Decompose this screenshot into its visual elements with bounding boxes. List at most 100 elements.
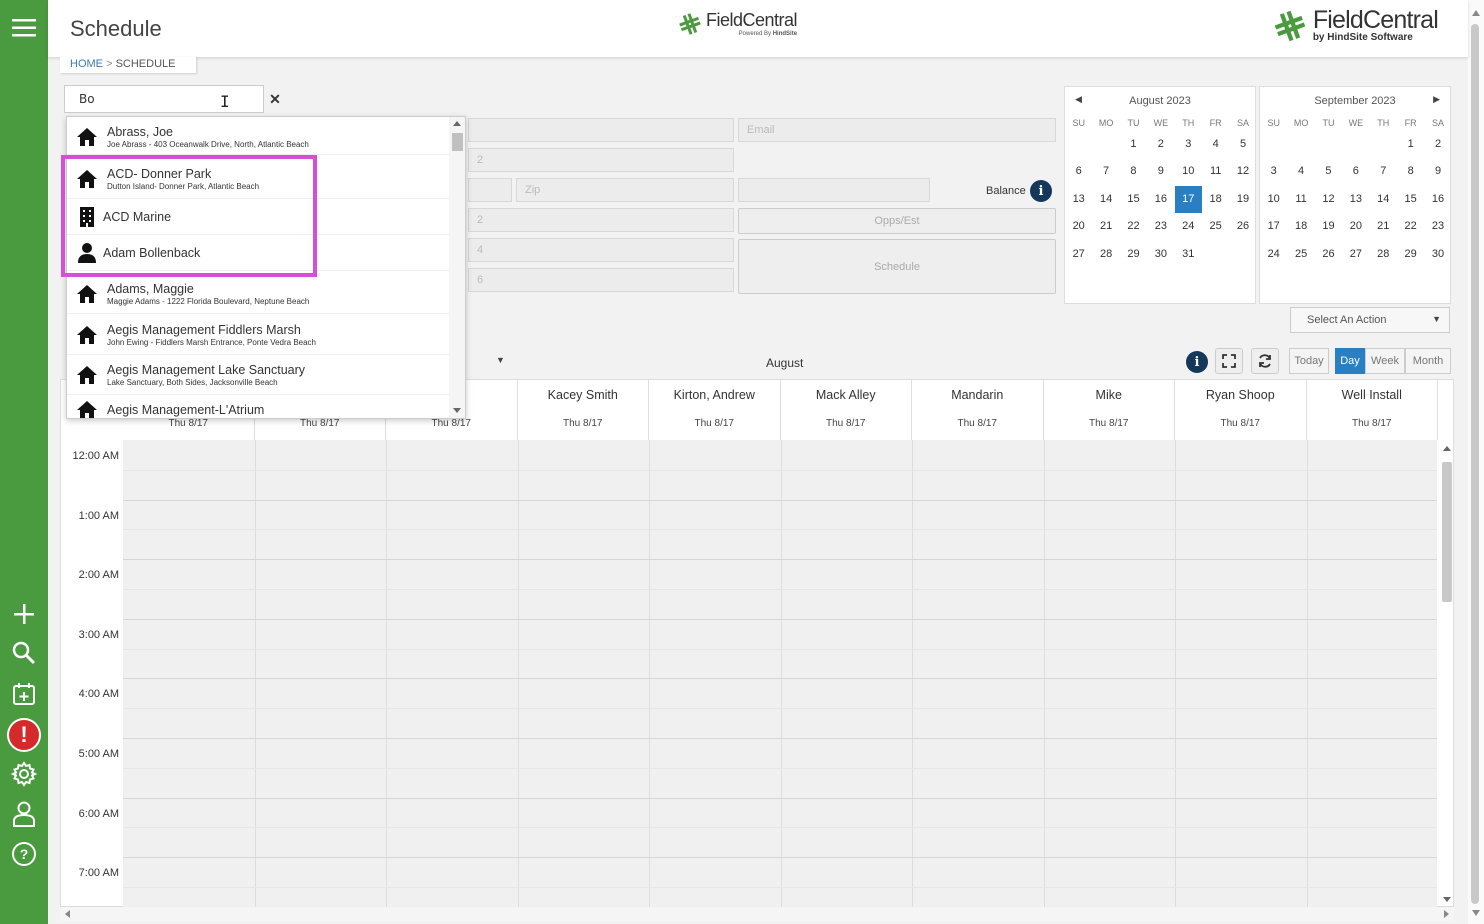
zip-field[interactable]: Zip — [516, 178, 734, 202]
search-icon[interactable] — [0, 635, 48, 671]
horizontal-scrollbar[interactable] — [60, 907, 1454, 921]
dropdown-item[interactable]: Abrass, Joe Joe Abrass - 403 Oceanwalk Dr… — [67, 119, 449, 155]
calendar-day[interactable]: 11 — [1202, 158, 1229, 185]
calendar-day[interactable]: 30 — [1424, 241, 1451, 268]
week-view-button[interactable]: Week — [1365, 348, 1405, 374]
calendar-day[interactable]: 8 — [1397, 158, 1424, 185]
calendar-day[interactable]: 19 — [1315, 213, 1342, 240]
calendar-day[interactable]: 3 — [1175, 131, 1202, 158]
address-field[interactable]: 2 — [468, 148, 734, 172]
select-action-dropdown[interactable]: Select An Action ▼ — [1290, 307, 1450, 333]
refresh-button[interactable] — [1251, 348, 1279, 374]
page-scrollbar[interactable] — [1468, 0, 1484, 924]
calendar-day[interactable]: 2 — [1147, 131, 1174, 158]
calendar-day[interactable]: 28 — [1092, 241, 1119, 268]
calendar-day[interactable]: 26 — [1315, 241, 1342, 268]
name-field[interactable] — [468, 118, 734, 142]
calendar-day[interactable]: 27 — [1342, 241, 1369, 268]
calendar-day[interactable]: 18 — [1202, 186, 1229, 213]
calendar-day[interactable]: 20 — [1065, 213, 1092, 240]
clear-search-icon[interactable]: ✕ — [266, 90, 284, 108]
calendar-day[interactable]: 6 — [1342, 158, 1369, 185]
calendar-day[interactable]: 3 — [1260, 158, 1287, 185]
customer-search-input[interactable]: Bo — [64, 85, 264, 113]
calendar-day[interactable]: 12 — [1229, 158, 1256, 185]
calendar-day[interactable]: 1 — [1120, 131, 1147, 158]
calendar-day[interactable]: 5 — [1229, 131, 1256, 158]
scroll-up-arrow-icon[interactable] — [1472, 10, 1480, 16]
calendar-day[interactable]: 12 — [1315, 186, 1342, 213]
calendar-day[interactable]: 24 — [1260, 241, 1287, 268]
prev-month-icon[interactable]: ◀ — [1075, 94, 1082, 105]
calendar-day[interactable]: 18 — [1287, 213, 1314, 240]
calendar-day[interactable]: 29 — [1120, 241, 1147, 268]
calendar-day[interactable]: 20 — [1342, 213, 1369, 240]
calendar-day[interactable]: 23 — [1424, 213, 1451, 240]
calendar-day[interactable]: 23 — [1147, 213, 1174, 240]
calendar-day[interactable]: 25 — [1287, 241, 1314, 268]
dropdown-scrollbar[interactable] — [449, 117, 465, 418]
scroll-right-arrow-icon[interactable] — [1444, 910, 1449, 918]
calendar-day[interactable]: 13 — [1065, 186, 1092, 213]
calendar-day[interactable]: 5 — [1315, 158, 1342, 185]
email-field[interactable]: Email — [738, 118, 1056, 142]
scroll-down-arrow-icon[interactable] — [1443, 897, 1451, 902]
calendar-day[interactable]: 7 — [1370, 158, 1397, 185]
breadcrumb-home[interactable]: HOME — [70, 58, 103, 70]
calendar-day[interactable]: 17 — [1260, 213, 1287, 240]
calendar-day[interactable]: 1 — [1397, 131, 1424, 158]
calendar-day[interactable]: 9 — [1424, 158, 1451, 185]
fullscreen-button[interactable] — [1215, 348, 1243, 374]
phone-field-2[interactable]: 2 — [468, 208, 734, 232]
calendar-day[interactable]: 15 — [1120, 186, 1147, 213]
calendar-day[interactable]: 14 — [1092, 186, 1119, 213]
scroll-down-arrow-icon[interactable] — [1472, 910, 1480, 916]
schedule-button[interactable]: Schedule — [738, 239, 1056, 294]
schedule-info-icon[interactable]: i — [1186, 351, 1208, 373]
calendar-day[interactable]: 22 — [1397, 213, 1424, 240]
calendar-day[interactable]: 10 — [1260, 186, 1287, 213]
calendar-day[interactable]: 19 — [1229, 186, 1256, 213]
calendar-day[interactable]: 15 — [1397, 186, 1424, 213]
calendar-day[interactable]: 24 — [1175, 213, 1202, 240]
calendar-day[interactable]: 29 — [1397, 241, 1424, 268]
calendar-add-icon[interactable] — [0, 676, 48, 712]
dropdown-item[interactable]: Adams, Maggie Maggie Adams - 1222 Florida… — [67, 274, 449, 314]
alert-icon[interactable]: ! — [0, 717, 48, 753]
calendar-day[interactable]: 28 — [1370, 241, 1397, 268]
calendar-day[interactable]: 8 — [1120, 158, 1147, 185]
calendar-day[interactable]: 27 — [1065, 241, 1092, 268]
calendar-day[interactable]: 4 — [1202, 131, 1229, 158]
gear-icon[interactable] — [0, 756, 48, 792]
calendar-day[interactable]: 16 — [1147, 186, 1174, 213]
day-view-button[interactable]: Day — [1335, 348, 1365, 374]
state-field[interactable] — [468, 178, 512, 202]
scroll-down-arrow-icon[interactable] — [453, 408, 461, 413]
scroll-thumb[interactable] — [452, 133, 463, 151]
scroll-thumb[interactable] — [1442, 462, 1452, 602]
dropdown-item[interactable]: ACD Marine — [67, 199, 449, 235]
calendar-day[interactable]: 30 — [1147, 241, 1174, 268]
month-view-button[interactable]: Month — [1405, 348, 1451, 374]
extra-field[interactable] — [738, 178, 930, 202]
scroll-left-arrow-icon[interactable] — [65, 910, 70, 918]
calendar-day[interactable]: 21 — [1370, 213, 1397, 240]
calendar-day[interactable]: 16 — [1424, 186, 1451, 213]
calendar-day[interactable]: 13 — [1342, 186, 1369, 213]
menu-icon[interactable] — [0, 10, 48, 46]
calendar-day[interactable]: 6 — [1065, 158, 1092, 185]
user-icon[interactable] — [0, 796, 48, 832]
dropdown-item[interactable]: Adam Bollenback — [67, 235, 449, 271]
phone-field-4[interactable]: 4 — [468, 238, 734, 262]
calendar-day[interactable]: 21 — [1092, 213, 1119, 240]
phone-field-6[interactable]: 6 — [468, 268, 734, 292]
today-button[interactable]: Today — [1289, 348, 1329, 374]
scroll-up-arrow-icon[interactable] — [1443, 446, 1451, 451]
chevron-down-icon[interactable]: ▼ — [496, 355, 505, 365]
dropdown-item[interactable]: Aegis Management Lake Sanctuary Lake Sanc… — [67, 355, 449, 395]
dropdown-item[interactable]: Aegis Management Fiddlers Marsh John Ewin… — [67, 315, 449, 355]
schedule-slots[interactable] — [123, 440, 1437, 908]
balance-info-icon[interactable]: i — [1030, 180, 1052, 202]
scroll-thumb[interactable] — [1471, 24, 1479, 904]
schedule-scrollbar[interactable] — [1438, 442, 1454, 907]
